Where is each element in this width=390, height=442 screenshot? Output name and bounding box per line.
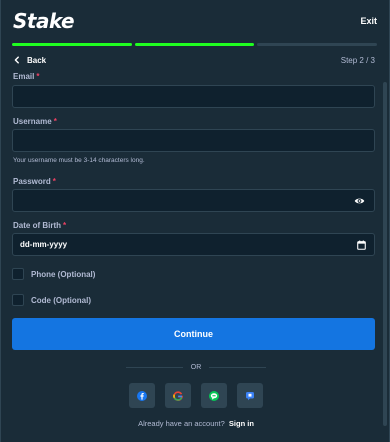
email-label: Email *	[13, 72, 39, 81]
back-button[interactable]: Back	[13, 56, 46, 65]
username-field-wrapper	[12, 129, 375, 152]
dob-field-wrapper	[12, 233, 375, 256]
dob-field[interactable]	[13, 234, 374, 255]
google-icon	[173, 390, 183, 401]
step-bar: Back Step 2 / 3	[13, 53, 375, 67]
password-label: Password *	[13, 177, 56, 186]
back-label: Back	[27, 55, 47, 65]
username-hint: Your username must be 3-14 characters lo…	[13, 157, 145, 164]
facebook-icon	[137, 390, 147, 401]
signin-prompt: Already have an account? Sign in	[1, 419, 390, 428]
username-field[interactable]	[13, 130, 374, 151]
line-icon	[209, 390, 219, 401]
code-label: Code (Optional)	[31, 295, 91, 305]
required-mark: *	[53, 117, 57, 126]
google-login-button[interactable]	[165, 383, 191, 408]
registration-modal: Stake Exit Back Step 2 / 3 Email * Userna…	[0, 0, 390, 442]
facebook-login-button[interactable]	[129, 383, 155, 408]
or-divider: OR	[1, 362, 390, 372]
or-text: OR	[190, 363, 202, 371]
phone-label: Phone (Optional)	[31, 269, 96, 279]
dob-label: Date of Birth *	[13, 221, 66, 230]
line-login-button[interactable]	[201, 383, 227, 408]
divider-line-right	[209, 366, 267, 368]
password-field[interactable]	[13, 190, 374, 211]
stake-logo: Stake	[13, 9, 75, 33]
email-field-wrapper	[12, 85, 375, 108]
email-label-text: Email	[13, 72, 35, 81]
modal-header: Stake Exit	[1, 0, 390, 42]
password-field-wrapper	[12, 189, 375, 212]
username-label-text: Username	[13, 117, 52, 126]
twitch-icon	[246, 391, 254, 400]
eye-icon[interactable]	[354, 196, 365, 206]
step-progress	[12, 43, 378, 46]
dob-label-text: Date of Birth	[13, 221, 61, 230]
username-label: Username *	[13, 117, 57, 126]
phone-optional-toggle[interactable]: Phone (Optional)	[12, 268, 95, 280]
phone-checkbox[interactable]	[12, 268, 24, 280]
divider-line-left	[125, 366, 183, 368]
chevron-left-icon	[14, 56, 19, 64]
required-mark: *	[63, 221, 67, 230]
social-login-buttons	[1, 383, 390, 408]
email-field[interactable]	[13, 86, 374, 107]
scrollbar[interactable]	[383, 82, 387, 426]
password-label-text: Password	[13, 177, 51, 186]
step-indicator: Step 2 / 3	[340, 55, 375, 65]
required-mark: *	[52, 177, 56, 186]
twitch-login-button[interactable]	[237, 383, 263, 408]
continue-button[interactable]: Continue	[12, 318, 375, 350]
required-mark: *	[36, 72, 40, 81]
code-optional-toggle[interactable]: Code (Optional)	[12, 294, 91, 306]
progress-segment-1	[12, 43, 132, 46]
exit-button[interactable]: Exit	[360, 16, 377, 26]
progress-segment-2	[134, 43, 255, 46]
code-checkbox[interactable]	[12, 294, 24, 306]
account-text: Already have an account?	[138, 419, 225, 428]
calendar-icon[interactable]	[357, 240, 366, 250]
sign-in-link[interactable]: Sign in	[229, 419, 254, 428]
progress-segment-3	[257, 43, 378, 46]
